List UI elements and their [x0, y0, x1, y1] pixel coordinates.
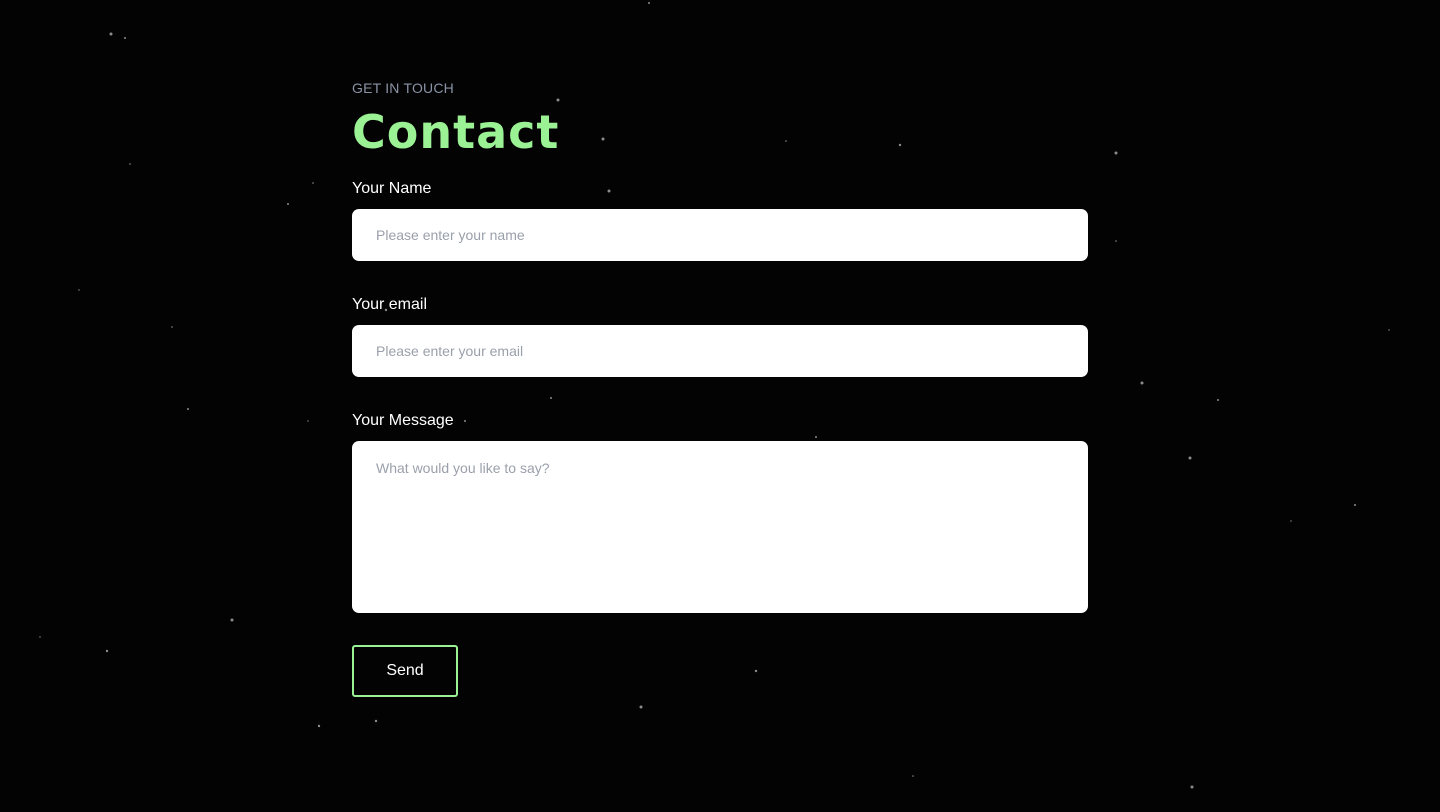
name-input[interactable] — [352, 209, 1088, 261]
message-textarea[interactable] — [352, 441, 1088, 613]
contact-page: GET IN TOUCH Contact Your Name Your emai… — [0, 0, 1440, 812]
message-label: Your Message — [352, 412, 454, 429]
page-title: Contact — [352, 105, 560, 159]
send-button[interactable]: Send — [352, 645, 458, 697]
email-label: Your email — [352, 296, 428, 313]
contact-section: GET IN TOUCH Contact Your Name Your emai… — [352, 79, 1088, 697]
section-eyebrow: GET IN TOUCH — [352, 80, 454, 96]
email-input[interactable] — [352, 325, 1088, 377]
contact-form: Your Name Your email Your Message Send — [352, 179, 1088, 697]
name-label: Your Name — [352, 180, 432, 197]
